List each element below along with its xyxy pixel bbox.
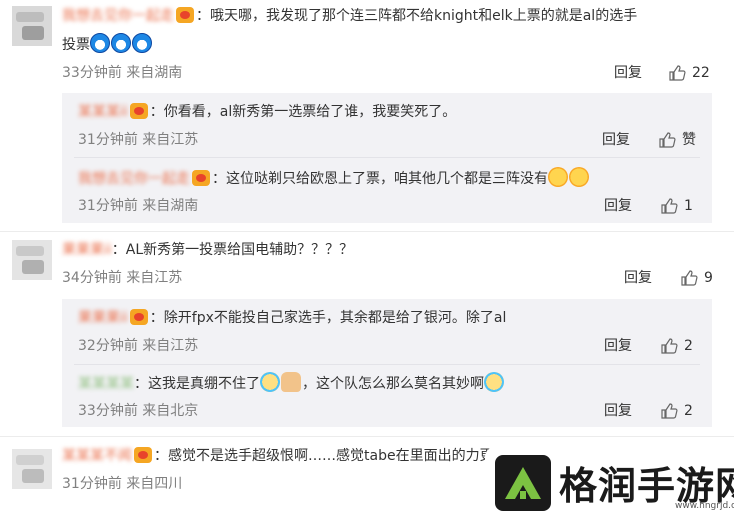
reply-meta: 33分钟前 来自北京 <box>78 403 199 419</box>
like-button[interactable]: 22 <box>668 63 710 83</box>
reply-button[interactable]: 回复 <box>624 268 652 288</box>
reply-button[interactable]: 回复 <box>604 336 632 356</box>
reply-text: 某某某某：这我是真绷不住了 ，这个队怎么那么莫名其妙啊 <box>78 372 505 395</box>
doraemon-emoji-icon <box>132 33 152 53</box>
vip-badge-icon <box>134 447 152 463</box>
comment-divider <box>0 436 734 437</box>
comment-body: 感觉不是选手超级恨啊……感觉tabe在里面出的力更大 <box>168 448 508 464</box>
comment-text: 我想去见你一起走 ：哦天哪，我发现了那个连三阵都不给knight和elk上票的就是… <box>62 5 637 27</box>
site-watermark: 格润手游网 www.hngrjd.com <box>485 447 734 519</box>
like-button[interactable]: 赞 <box>658 130 696 150</box>
reply-text: 我想去见你一起走 ：这位哒剃只给欧恩上了票，咱其他几个都是三阵没有 <box>78 167 590 190</box>
comment-meta: 34分钟前 来自江苏 <box>62 270 183 286</box>
thumbs-up-icon <box>659 132 676 148</box>
reply-username[interactable]: 我想去见你一起走 <box>78 168 190 190</box>
reply-meta: 31分钟前 来自江苏 <box>78 132 199 148</box>
like-count: 2 <box>684 338 693 354</box>
reply-button[interactable]: 回复 <box>602 130 630 150</box>
smile-emoji-icon <box>569 167 589 187</box>
smile-emoji-icon <box>548 167 568 187</box>
like-count: 1 <box>684 198 693 214</box>
avatar[interactable] <box>12 449 52 489</box>
reply-body-2: ，这个队怎么那么莫名其妙啊 <box>302 376 484 392</box>
reply-body: 这我是真绷不住了 <box>148 376 260 392</box>
thumbs-up-icon <box>661 198 678 214</box>
vip-badge-icon <box>129 309 148 325</box>
comment-text: 果果果ii：AL新秀第一投票给国电辅助？？？？ <box>62 239 353 261</box>
thumbs-up-emoji-icon <box>281 372 301 392</box>
reply-meta: 32分钟前 来自江苏 <box>78 338 199 354</box>
reply-body: 这位哒剃只给欧恩上了票，咱其他几个都是三阵没有 <box>226 171 548 187</box>
thumbs-up-icon <box>681 270 698 286</box>
like-button[interactable]: 9 <box>680 268 713 288</box>
like-button[interactable]: 2 <box>660 401 693 421</box>
avatar[interactable] <box>12 6 52 46</box>
like-count: 22 <box>692 65 710 81</box>
reply-username[interactable]: 某某某ii <box>78 101 128 123</box>
vip-badge-icon <box>192 170 210 186</box>
thumbs-up-icon <box>661 338 678 354</box>
doraemon-emoji-icon <box>90 33 110 53</box>
reply-button[interactable]: 回复 <box>604 196 632 216</box>
site-logo-icon <box>495 455 551 511</box>
like-count: 赞 <box>682 132 696 148</box>
laugh-cry-emoji-icon <box>260 372 280 392</box>
reply-button[interactable]: 回复 <box>614 63 642 83</box>
doraemon-emoji-icon <box>111 33 131 53</box>
vip-badge-icon <box>129 103 148 119</box>
like-button[interactable]: 1 <box>660 196 693 216</box>
vip-badge-icon <box>176 7 194 23</box>
reply-meta: 31分钟前 来自湖南 <box>78 198 199 214</box>
like-button[interactable]: 2 <box>660 336 693 356</box>
reply-button[interactable]: 回复 <box>604 401 632 421</box>
watermark-url: www.hngrjd.com <box>675 501 734 511</box>
footer-text-cut <box>330 512 380 519</box>
avatar[interactable] <box>12 240 52 280</box>
reply-body: 你看看，al新秀第一选票给了谁，我要笑死了。 <box>163 104 457 120</box>
thumbs-up-icon <box>661 403 678 419</box>
comment-divider <box>0 231 734 232</box>
comment-text: 某某某不闻 ：感觉不是选手超级恨啊……感觉tabe在里面出的力更大 <box>62 445 508 467</box>
comment-body: 哦天哪，我发现了那个连三阵都不给knight和elk上票的就是al的选手 <box>210 8 638 24</box>
reply-text: 某某某ii ：你看看，al新秀第一选票给了谁，我要笑死了。 <box>78 101 456 123</box>
reply-username[interactable]: 果果果ii <box>78 307 128 329</box>
comment-body: AL新秀第一投票给国电辅助？？？？ <box>125 242 354 258</box>
reply-username[interactable]: 某某某某 <box>78 373 134 395</box>
thumbs-up-icon <box>669 65 686 81</box>
comment-meta: 33分钟前 来自湖南 <box>62 65 183 81</box>
reply-body: 除开fpx不能投自己家选手，其余都是给了银河。除了al <box>163 310 507 326</box>
reply-text: 果果果ii ：除开fpx不能投自己家选手，其余都是给了银河。除了al <box>78 307 506 329</box>
comment-username[interactable]: 某某某不闻 <box>62 445 132 467</box>
comment-body-2: 投票 <box>62 37 90 53</box>
like-count: 9 <box>704 270 713 286</box>
laugh-cry-emoji-icon <box>484 372 504 392</box>
comment-meta: 31分钟前 来自四川 <box>62 476 183 492</box>
comment-text-continued: 投票 <box>62 33 153 56</box>
like-count: 2 <box>684 403 693 419</box>
comment-username[interactable]: 我想去见你一起走 <box>62 5 174 27</box>
comment-username[interactable]: 果果果ii <box>62 239 112 261</box>
